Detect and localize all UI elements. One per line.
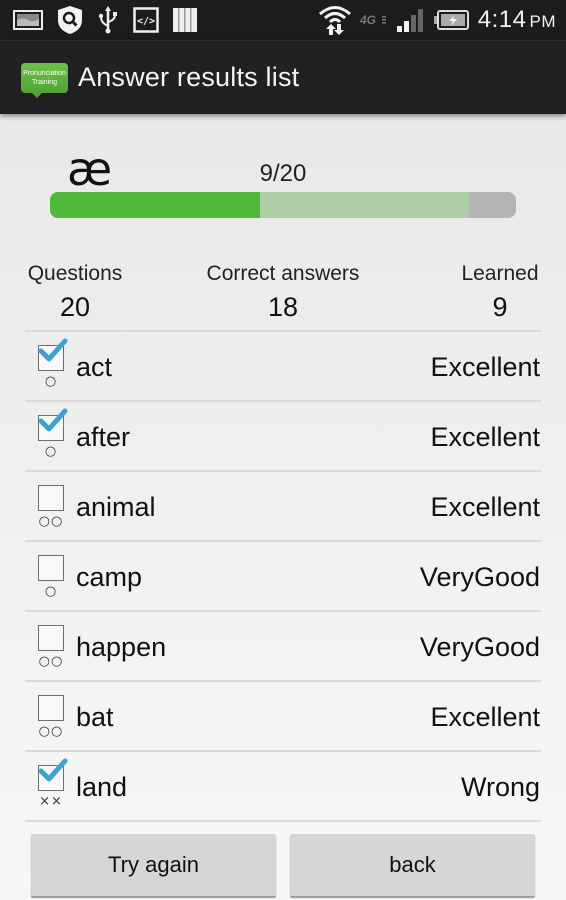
learned-label: Learned: [461, 262, 539, 285]
result-word: camp: [76, 562, 143, 592]
attempt-marks: ○: [44, 374, 58, 389]
network-type-label: 4G: [360, 13, 376, 27]
barcode-icon: [173, 7, 197, 33]
result-rating: VeryGood: [419, 562, 540, 592]
result-row[interactable]: ○ act Excellent: [25, 332, 541, 400]
checkmark-icon: [38, 758, 68, 789]
stat-correct-answers: Correct answers 18: [183, 262, 383, 323]
result-word: act: [76, 352, 113, 382]
list-divider: [25, 820, 541, 822]
stat-questions: Questions 20: [24, 262, 126, 323]
result-row[interactable]: ○○ happen VeryGood: [25, 612, 541, 680]
security-shield-search-icon: [57, 5, 83, 35]
signal-strength-icon: [396, 7, 426, 33]
battery-charging-icon: [433, 9, 470, 31]
result-rating: VeryGood: [419, 632, 540, 662]
progress-text: 9/20: [259, 160, 307, 187]
status-bar: </> 4G 4:14 PM: [0, 0, 566, 40]
correct-answers-label: Correct answers: [206, 262, 360, 285]
checkmark-icon: [38, 408, 68, 439]
try-again-button[interactable]: Try again: [31, 834, 276, 896]
attempt-marks: ○○: [38, 514, 64, 529]
status-clock: 4:14 PM: [478, 6, 556, 34]
result-word: happen: [76, 632, 167, 662]
learned-value: 9: [492, 292, 508, 322]
result-word: land: [76, 772, 128, 802]
result-row[interactable]: ×× land Wrong: [25, 752, 541, 820]
result-word: animal: [76, 492, 156, 522]
app-logo-icon[interactable]: Pronunciation Training: [21, 62, 68, 98]
clock-ampm: PM: [529, 12, 556, 31]
result-row[interactable]: ○○ bat Excellent: [25, 682, 541, 750]
gallery-notification-icon: [13, 9, 43, 31]
4g-lte-icon: 4G: [360, 13, 388, 27]
learned-checkbox[interactable]: [38, 555, 64, 581]
attempt-marks: ○: [44, 584, 58, 599]
learned-checkbox[interactable]: [38, 695, 64, 721]
progress-primary-fill: [50, 192, 260, 218]
svg-text:</>: </>: [137, 16, 155, 27]
questions-value: 20: [59, 292, 91, 322]
clock-time: 4:14: [477, 6, 527, 33]
result-rating: Excellent: [430, 352, 540, 382]
wifi-data-icon: [318, 4, 352, 36]
usb-icon: [97, 6, 119, 34]
developer-code-icon: </>: [133, 7, 159, 33]
back-button[interactable]: back: [290, 834, 535, 896]
result-rating: Excellent: [430, 492, 540, 522]
attempt-marks: ○○: [38, 724, 64, 739]
result-row[interactable]: ○○ animal Excellent: [25, 472, 541, 540]
learned-checkbox[interactable]: [38, 625, 64, 651]
checkmark-icon: [38, 338, 68, 369]
answer-results-list: ○ act Excellent ○ after Excellent ○○ ani…: [25, 330, 541, 822]
result-row[interactable]: ○ after Excellent: [25, 402, 541, 470]
stats-summary: Questions 20 Correct answers 18 Learned …: [0, 262, 566, 332]
questions-label: Questions: [27, 262, 123, 285]
app-logo-line1: Pronunciation: [23, 69, 66, 77]
app-logo-line2: Training: [31, 78, 58, 86]
page-title: Answer results list: [78, 62, 300, 92]
result-rating: Excellent: [430, 702, 540, 732]
learned-checkbox[interactable]: [38, 485, 64, 511]
attempt-marks: ○○: [38, 654, 64, 669]
attempt-marks: ××: [39, 794, 63, 809]
result-word: bat: [76, 702, 114, 732]
correct-answers-value: 18: [267, 292, 299, 322]
learned-progress-bar: [50, 192, 516, 218]
result-row[interactable]: ○ camp VeryGood: [25, 542, 541, 610]
result-rating: Wrong: [460, 772, 540, 802]
action-bar: Pronunciation Training Answer results li…: [0, 40, 566, 114]
result-rating: Excellent: [430, 422, 540, 452]
result-word: after: [76, 422, 131, 452]
stat-learned: Learned 9: [455, 262, 545, 323]
attempt-marks: ○: [44, 444, 58, 459]
